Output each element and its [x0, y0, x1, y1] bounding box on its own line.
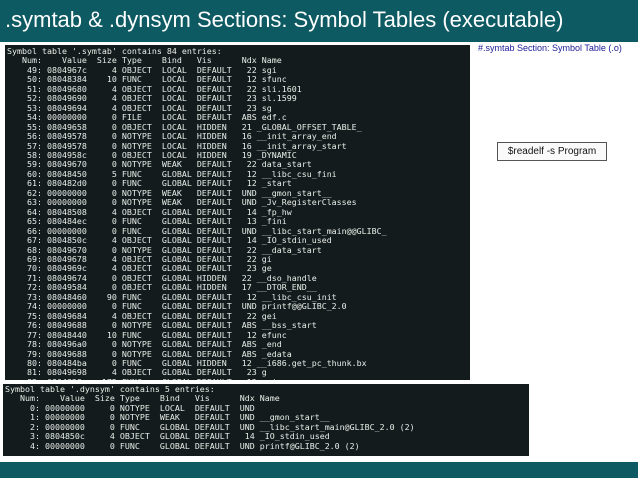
symtab-listing: Symbol table '.symtab' contains 84 entri…: [5, 45, 470, 380]
symtab-terminal-output: Symbol table '.symtab' contains 84 entri…: [5, 45, 470, 380]
slide-title: .symtab & .dynsym Sections: Symbol Table…: [5, 7, 564, 32]
dynsym-row: 4: 00000000 0 FUNC GLOBAL DEFAULT UND pr…: [5, 440, 360, 451]
readelf-command-box: $readelf -s Program: [497, 142, 607, 161]
dynsym-terminal-output: Symbol table '.dynsym' contains 5 entrie…: [3, 384, 529, 456]
footer-bar: [0, 462, 638, 478]
dynsym-listing: Symbol table '.dynsym' contains 5 entrie…: [3, 384, 529, 451]
symtab-caption: #.symtab Section: Symbol Table (.o): [478, 43, 622, 53]
symtab-row: 82: 0804838e 175 FUNC GLOBAL DEFAULT 12 …: [7, 377, 282, 380]
title-bar: .symtab & .dynsym Sections: Symbol Table…: [0, 0, 638, 42]
